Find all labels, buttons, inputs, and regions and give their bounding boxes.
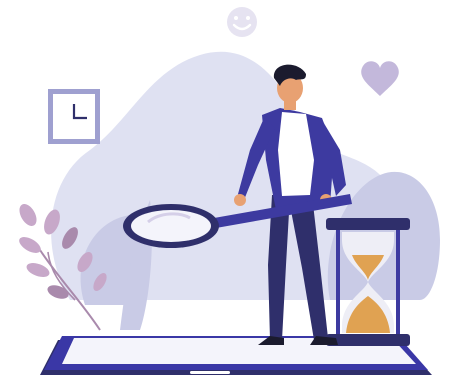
wall-clock-icon [48, 89, 100, 144]
heart-icon [361, 61, 399, 96]
hourglass-icon [326, 218, 410, 346]
smiley-face-icon [227, 7, 257, 37]
illustration [19, 7, 440, 375]
